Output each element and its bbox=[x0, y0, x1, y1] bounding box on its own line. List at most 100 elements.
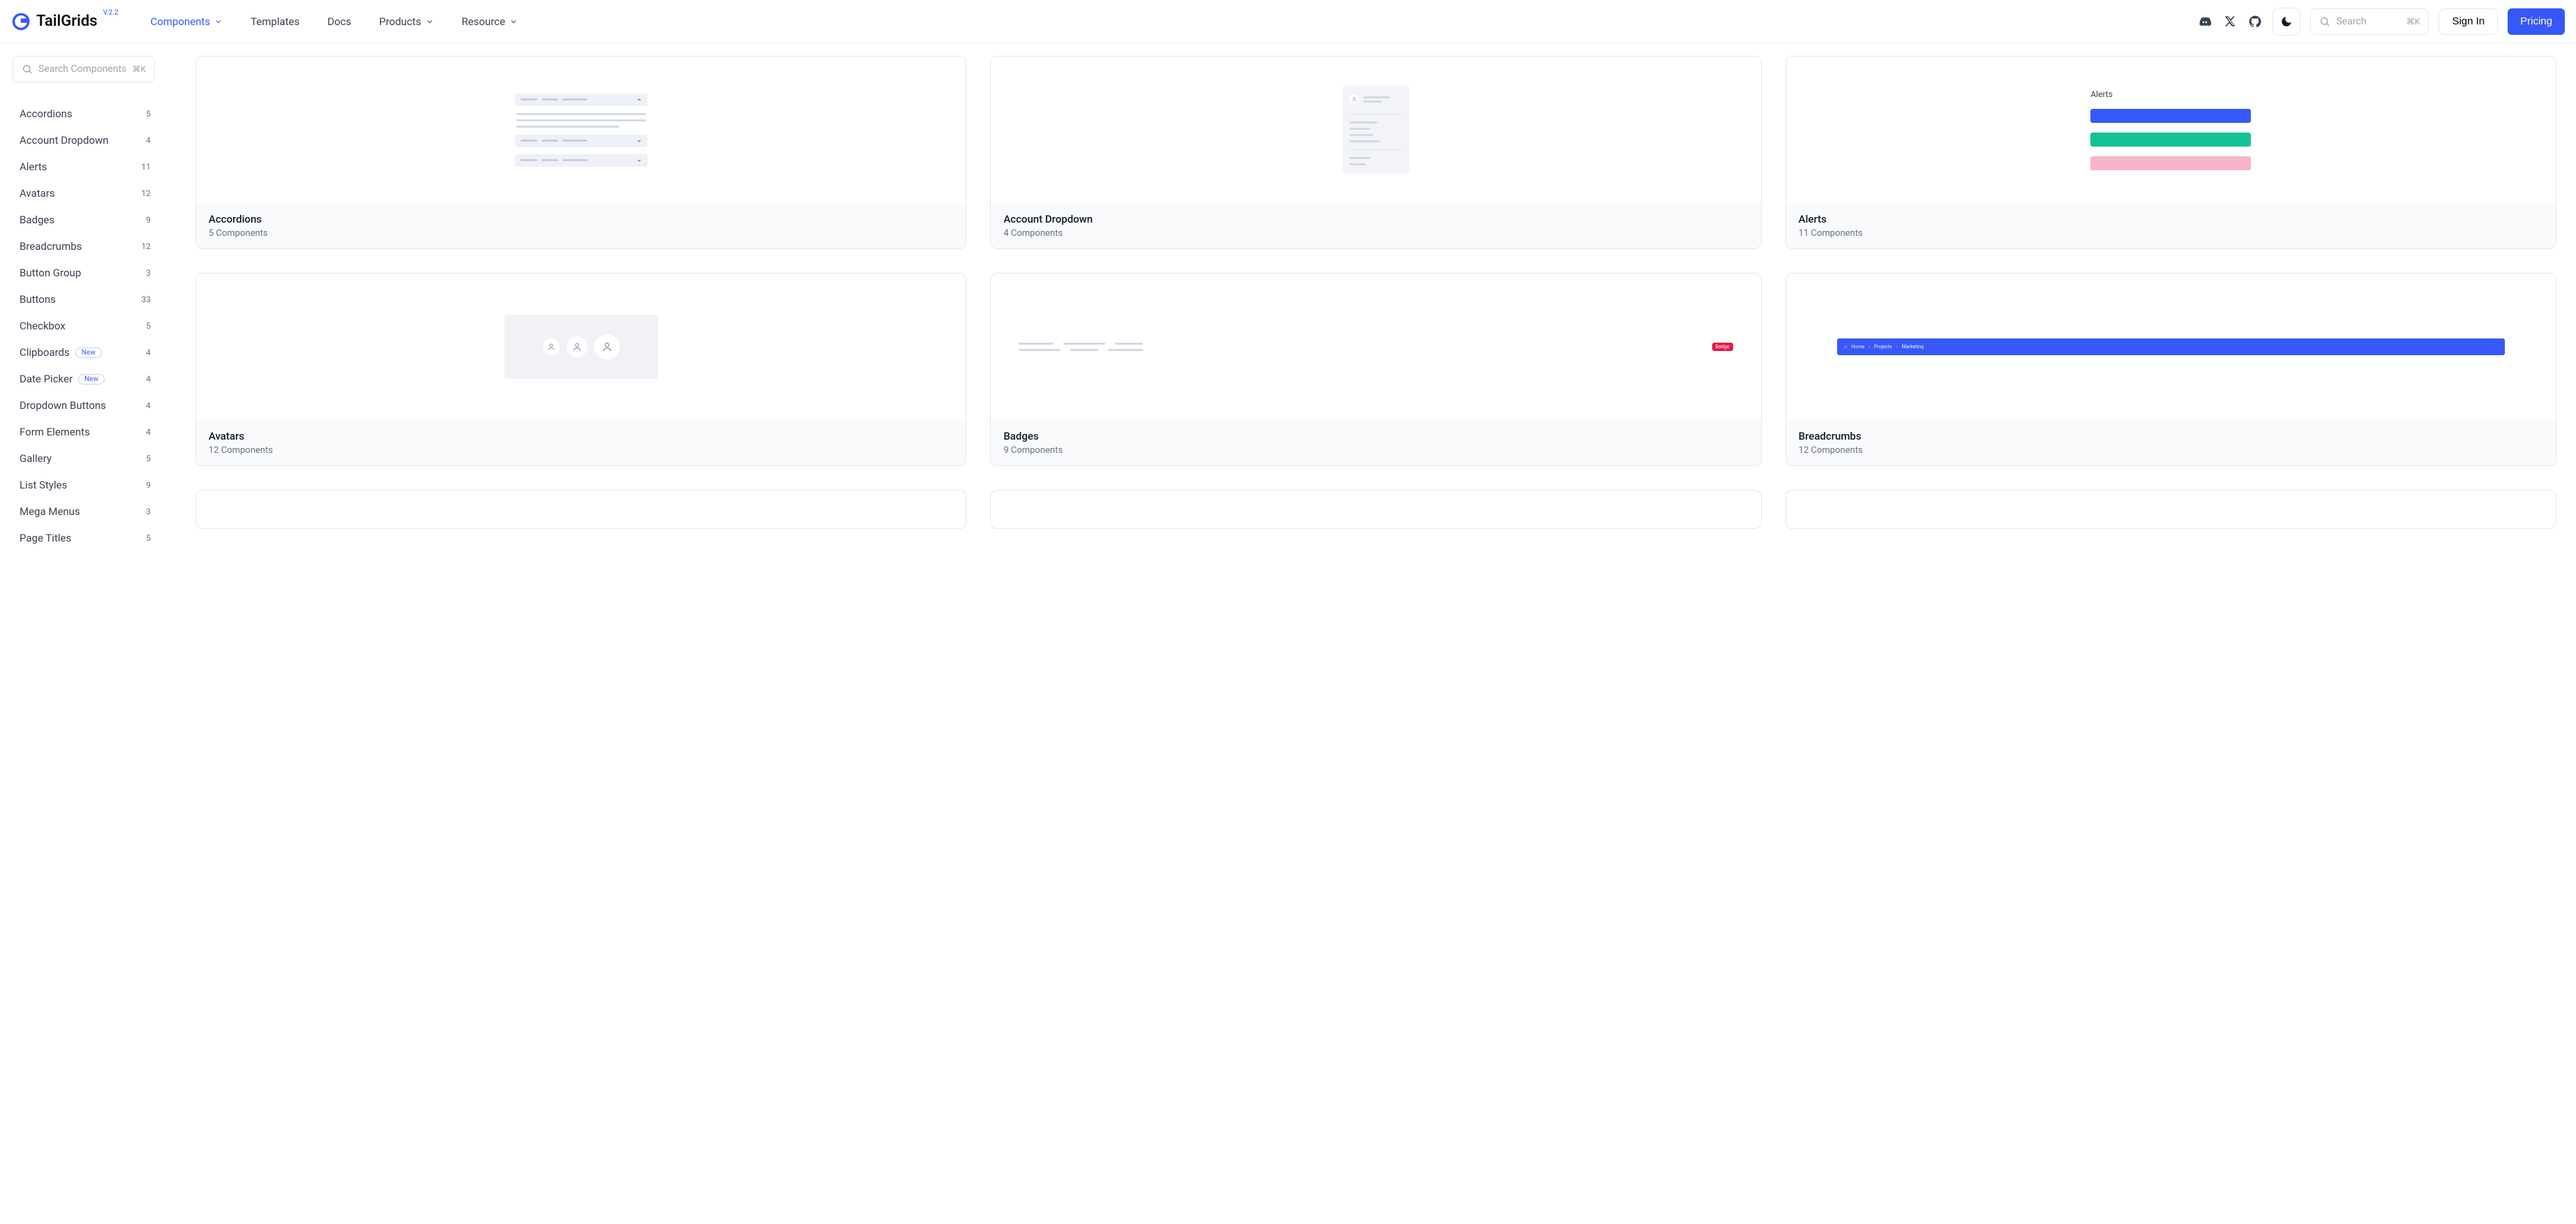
sidebar-item-count: 12 bbox=[142, 241, 151, 251]
user-icon bbox=[1349, 94, 1359, 104]
card-title: Avatars bbox=[209, 430, 953, 442]
preview-alerts: Alerts bbox=[2090, 89, 2251, 170]
user-icon bbox=[567, 336, 587, 357]
card-sub: 11 Components bbox=[1799, 228, 2543, 239]
component-grid: Accordions 5 Components Account Dro bbox=[195, 56, 2556, 529]
card-badges[interactable]: Badge Badges 9 Components bbox=[990, 273, 1761, 466]
sidebar-item-breadcrumbs[interactable]: Breadcrumbs 12 bbox=[20, 234, 151, 258]
sidebar-item-checkbox[interactable]: Checkbox5 bbox=[20, 314, 151, 338]
github-icon[interactable] bbox=[2247, 14, 2263, 29]
chevron-down-icon bbox=[214, 17, 223, 26]
nav-label: Components bbox=[151, 15, 211, 28]
sidebar-item-count: 33 bbox=[142, 294, 151, 304]
sidebar-item-gallery[interactable]: Gallery5 bbox=[20, 447, 151, 470]
signin-button[interactable]: Sign In bbox=[2439, 8, 2498, 35]
top-search-placeholder: Search bbox=[2336, 16, 2366, 27]
card-alerts[interactable]: Alerts Alerts 11 Components bbox=[1785, 56, 2556, 249]
chevron-down-icon bbox=[426, 17, 434, 26]
home-icon: ⌂ bbox=[1844, 344, 1847, 350]
pricing-button[interactable]: Pricing bbox=[2508, 8, 2565, 35]
sidebar-item-label: ClipboardsNew bbox=[20, 346, 102, 359]
sidebar: Search Components ⌘K Accordions5Account … bbox=[0, 43, 167, 565]
preview-dropdown bbox=[1342, 86, 1409, 174]
nav-templates[interactable]: Templates bbox=[250, 15, 299, 28]
preview-accordion bbox=[515, 94, 647, 167]
sidebar-item-label: Alerts bbox=[20, 161, 47, 173]
sidebar-item-count: 11 bbox=[142, 162, 151, 172]
sidebar-item-label: Dropdown Buttons bbox=[20, 399, 106, 412]
sidebar-item-count: 4 bbox=[146, 401, 151, 410]
top-header: TailGrids V.2.2 Components Templates Docs P… bbox=[0, 0, 2576, 43]
sidebar-item-count: 3 bbox=[146, 507, 151, 516]
top-search[interactable]: Search ⌘K bbox=[2310, 8, 2429, 35]
logo-icon bbox=[11, 12, 31, 31]
moon-icon bbox=[2280, 15, 2293, 28]
sidebar-item-mega-menus[interactable]: Mega Menus3 bbox=[20, 500, 151, 523]
chevron-down-icon bbox=[636, 158, 642, 163]
sidebar-item-avatars[interactable]: Avatars12 bbox=[20, 181, 151, 205]
crumb: Marketing bbox=[1902, 344, 1924, 350]
sidebar-item-count: 4 bbox=[146, 374, 151, 384]
sidebar-item-date-picker[interactable]: Date PickerNew4 bbox=[20, 367, 151, 391]
sidebar-item-buttons[interactable]: Buttons33 bbox=[20, 288, 151, 311]
main-nav: Components Templates Docs Products Resource bbox=[151, 15, 518, 28]
sidebar-item-alerts[interactable]: Alerts 11 bbox=[20, 155, 151, 179]
card-avatars[interactable]: Avatars 12 Components bbox=[195, 273, 966, 466]
sidebar-item-badges[interactable]: Badges9 bbox=[20, 208, 151, 232]
card-preview: ⌂ Home › Projects › Marketing bbox=[1786, 274, 2556, 420]
sidebar-item-account-dropdown[interactable]: Account Dropdown4 bbox=[20, 128, 151, 152]
nav-label: Products bbox=[379, 15, 421, 28]
sidebar-item-count: 4 bbox=[146, 427, 151, 437]
logo-text: TailGrids bbox=[36, 13, 98, 30]
sidebar-item-label: Avatars bbox=[20, 187, 55, 200]
nav-resource[interactable]: Resource bbox=[462, 15, 518, 28]
sidebar-item-count: 5 bbox=[146, 533, 151, 543]
card-title: Account Dropdown bbox=[1003, 213, 1748, 225]
theme-toggle[interactable] bbox=[2272, 8, 2300, 36]
sidebar-search[interactable]: Search Components ⌘K bbox=[13, 56, 155, 82]
card-partial[interactable] bbox=[195, 490, 966, 529]
card-preview bbox=[991, 491, 1760, 528]
nav-components[interactable]: Components bbox=[151, 15, 223, 28]
sidebar-item-clipboards[interactable]: ClipboardsNew4 bbox=[20, 341, 151, 364]
card-partial[interactable] bbox=[1785, 490, 2556, 529]
sidebar-item-page-titles[interactable]: Page Titles5 bbox=[20, 526, 151, 550]
card-partial[interactable] bbox=[990, 490, 1761, 529]
sidebar-item-label: Button Group bbox=[20, 267, 81, 279]
header-left: TailGrids V.2.2 Components Templates Docs P… bbox=[11, 12, 518, 31]
card-footer: Account Dropdown 4 Components bbox=[991, 203, 1760, 248]
sidebar-item-dropdown-buttons[interactable]: Dropdown Buttons 4 bbox=[20, 394, 151, 417]
user-icon bbox=[543, 338, 560, 355]
card-title: Breadcrumbs bbox=[1799, 430, 2543, 442]
card-preview: Alerts bbox=[1786, 57, 2556, 203]
sidebar-item-count: 9 bbox=[146, 215, 151, 225]
logo[interactable]: TailGrids V.2.2 bbox=[11, 12, 98, 31]
card-footer: Avatars 12 Components bbox=[196, 420, 966, 465]
search-icon bbox=[2319, 16, 2330, 27]
sidebar-item-label: Breadcrumbs bbox=[20, 240, 82, 253]
card-preview bbox=[196, 491, 966, 528]
card-account-dropdown[interactable]: Account Dropdown 4 Components bbox=[990, 56, 1761, 249]
sidebar-item-count: 9 bbox=[146, 480, 151, 490]
card-accordions[interactable]: Accordions 5 Components bbox=[195, 56, 966, 249]
sidebar-item-button-group[interactable]: Button Group3 bbox=[20, 261, 151, 285]
card-footer: Accordions 5 Components bbox=[196, 203, 966, 248]
badge-preview: Badge bbox=[1712, 343, 1733, 351]
sidebar-item-accordions[interactable]: Accordions5 bbox=[20, 102, 151, 126]
crumb: Projects bbox=[1874, 344, 1892, 350]
x-twitter-icon[interactable] bbox=[2222, 14, 2238, 29]
chevron-down-icon bbox=[636, 138, 642, 144]
sidebar-item-form-elements[interactable]: Form Elements4 bbox=[20, 420, 151, 444]
preview-badges: Badge bbox=[1005, 343, 1746, 351]
sidebar-item-list-styles[interactable]: List Styles 9 bbox=[20, 473, 151, 497]
sidebar-list[interactable]: Accordions5Account Dropdown4 Alerts 11 Avat… bbox=[13, 102, 155, 553]
sidebar-item-count: 5 bbox=[146, 454, 151, 463]
main-content: Accordions 5 Components Account Dro bbox=[167, 43, 2576, 565]
alerts-label: Alerts bbox=[2090, 89, 2251, 99]
nav-docs[interactable]: Docs bbox=[327, 15, 351, 28]
sidebar-item-label: List Styles bbox=[20, 479, 67, 491]
discord-icon[interactable] bbox=[2197, 14, 2212, 29]
card-breadcrumbs[interactable]: ⌂ Home › Projects › Marketing Breadcrumb… bbox=[1785, 273, 2556, 466]
nav-products[interactable]: Products bbox=[379, 15, 433, 28]
card-sub: 4 Components bbox=[1003, 228, 1748, 239]
